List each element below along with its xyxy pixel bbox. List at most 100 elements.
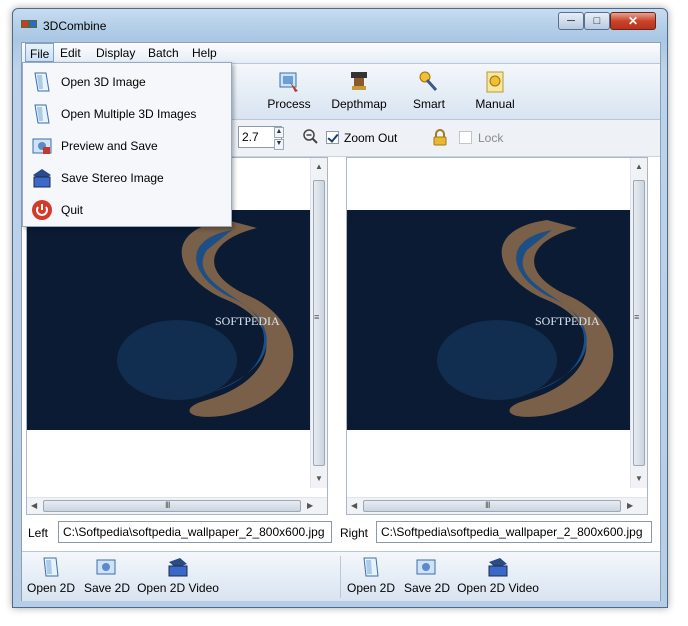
scroll-thumb[interactable]	[633, 180, 645, 466]
app-icon	[21, 20, 37, 28]
process-label: Process	[267, 97, 311, 111]
smart-button[interactable]: Smart	[394, 70, 464, 116]
right-image-watermark: SOFTPEDIA	[535, 314, 600, 328]
minimize-icon: ─	[567, 15, 575, 27]
left-path-value: C:\Softpedia\softpedia_wallpaper_2_800x6…	[63, 525, 325, 539]
left-image-graphic: SOFTPEDIA	[27, 210, 319, 430]
right-save-2d-label: Save 2D	[404, 581, 451, 595]
left-open-2d-video-button[interactable]: Open 2D Video	[136, 556, 220, 598]
left-open-2d-button[interactable]: Open 2D	[26, 556, 76, 598]
save-2d-icon	[96, 559, 116, 575]
preview-save-icon	[32, 138, 52, 154]
save-stereo-icon	[33, 169, 51, 188]
bottom-divider	[340, 556, 341, 598]
left-path-field[interactable]: C:\Softpedia\softpedia_wallpaper_2_800x6…	[58, 521, 332, 543]
save-2d-icon	[416, 559, 436, 575]
menu-bar: File Edit Display Batch Help	[22, 43, 660, 64]
spin-down-icon[interactable]: ▼	[274, 139, 284, 150]
preview-save-label: Preview and Save	[61, 139, 158, 153]
lock-icon	[433, 129, 447, 146]
left-open-2d-video-label: Open 2D Video	[137, 581, 219, 595]
left-image: SOFTPEDIA	[27, 210, 319, 430]
right-path-value: C:\Softpedia\softpedia_wallpaper_2_800x6…	[381, 525, 643, 539]
left-open-2d-label: Open 2D	[26, 581, 76, 595]
quit-label: Quit	[61, 203, 84, 217]
window-title: 3DCombine	[43, 19, 107, 33]
smart-icon	[419, 71, 438, 92]
open-2d-video-icon	[488, 558, 508, 577]
left-save-2d-button[interactable]: Save 2D	[84, 556, 131, 598]
right-image: SOFTPEDIA	[347, 210, 639, 430]
spin-up-icon[interactable]: ▲	[274, 127, 284, 138]
open-2d-icon	[43, 557, 59, 577]
process-icon	[279, 72, 298, 92]
scroll-right-icon[interactable]: ▶	[307, 501, 313, 510]
depthmap-label: Depthmap	[331, 97, 387, 111]
menu-open-multiple-3d-images[interactable]: Open Multiple 3D Images	[25, 99, 229, 129]
process-button[interactable]: Process	[254, 70, 324, 116]
scroll-down-icon[interactable]: ▼	[315, 474, 323, 483]
menu-quit[interactable]: Quit	[25, 195, 229, 225]
menu-help[interactable]: Help	[192, 46, 217, 60]
open-2d-video-icon	[168, 558, 188, 577]
title-bar[interactable]: 3DCombine ─ □ ✕	[13, 9, 667, 39]
depthmap-icon	[351, 72, 367, 90]
scroll-right-icon[interactable]: ▶	[627, 501, 633, 510]
manual-label: Manual	[475, 97, 515, 111]
lock-label: Lock	[478, 131, 504, 145]
maximize-icon: □	[593, 15, 601, 27]
scroll-up-icon[interactable]: ▲	[315, 162, 323, 171]
smart-label: Smart	[412, 97, 445, 111]
scroll-thumb[interactable]	[363, 500, 621, 512]
menu-save-stereo-image[interactable]: Save Stereo Image	[25, 163, 229, 193]
left-path-label: Left	[28, 526, 49, 540]
scroll-up-icon[interactable]: ▲	[635, 162, 643, 171]
right-path-field[interactable]: C:\Softpedia\softpedia_wallpaper_2_800x6…	[376, 521, 652, 543]
scroll-grip-icon: ≡	[314, 312, 319, 322]
right-image-graphic: SOFTPEDIA	[347, 210, 639, 430]
open-multiple-icon	[34, 104, 50, 124]
maximize-button[interactable]: □	[584, 12, 610, 30]
zoom-out-checkbox[interactable]	[326, 131, 339, 144]
left-horizontal-scrollbar[interactable]: ◀ III ▶	[27, 497, 327, 514]
scroll-down-icon[interactable]: ▼	[635, 474, 643, 483]
zoom-out-label: Zoom Out	[344, 131, 398, 145]
right-open-2d-button[interactable]: Open 2D	[346, 556, 396, 598]
zoom-spinner[interactable]: ▲ ▼	[274, 127, 284, 150]
menu-batch[interactable]: Batch	[148, 46, 179, 60]
scroll-grip: III	[165, 500, 170, 510]
left-save-2d-label: Save 2D	[84, 581, 131, 595]
close-button[interactable]: ✕	[610, 12, 656, 30]
open-3d-image-icon	[34, 72, 50, 92]
right-image-pane[interactable]: SOFTPEDIA ▲ ≡ ▼ ◀ III ▶	[346, 157, 648, 515]
right-open-2d-video-label: Open 2D Video	[457, 581, 539, 595]
right-open-2d-video-button[interactable]: Open 2D Video	[456, 556, 540, 598]
minimize-button[interactable]: ─	[558, 12, 584, 30]
open-3d-image-label: Open 3D Image	[61, 75, 146, 89]
menu-preview-and-save[interactable]: Preview and Save	[25, 131, 229, 161]
scroll-left-icon[interactable]: ◀	[351, 501, 357, 510]
scroll-thumb[interactable]	[43, 500, 301, 512]
bottom-toolbar: Open 2D Save 2D Open 2D Video Open 2D Sa…	[22, 551, 660, 601]
right-save-2d-button[interactable]: Save 2D	[404, 556, 451, 598]
left-image-watermark: SOFTPEDIA	[215, 314, 280, 328]
menu-open-3d-image[interactable]: Open 3D Image	[25, 67, 229, 97]
menu-file[interactable]: File	[25, 43, 55, 62]
manual-icon	[486, 71, 504, 93]
depthmap-button[interactable]: Depthmap	[324, 70, 394, 116]
open-multiple-label: Open Multiple 3D Images	[61, 107, 197, 121]
power-icon	[32, 200, 52, 220]
right-path-label: Right	[340, 526, 369, 540]
manual-button[interactable]: Manual	[460, 70, 530, 116]
magnifier-icon	[303, 129, 318, 144]
menu-edit[interactable]: Edit	[60, 46, 81, 60]
scroll-thumb[interactable]	[313, 180, 325, 466]
scroll-left-icon[interactable]: ◀	[31, 501, 37, 510]
right-horizontal-scrollbar[interactable]: ◀ III ▶	[347, 497, 647, 514]
right-vertical-scrollbar[interactable]: ▲ ≡ ▼	[630, 158, 647, 488]
left-vertical-scrollbar[interactable]: ▲ ≡ ▼	[310, 158, 327, 488]
scroll-grip-icon: ≡	[634, 312, 639, 322]
save-stereo-label: Save Stereo Image	[61, 171, 164, 185]
lock-checkbox[interactable]	[459, 131, 472, 144]
menu-display[interactable]: Display	[96, 46, 135, 60]
